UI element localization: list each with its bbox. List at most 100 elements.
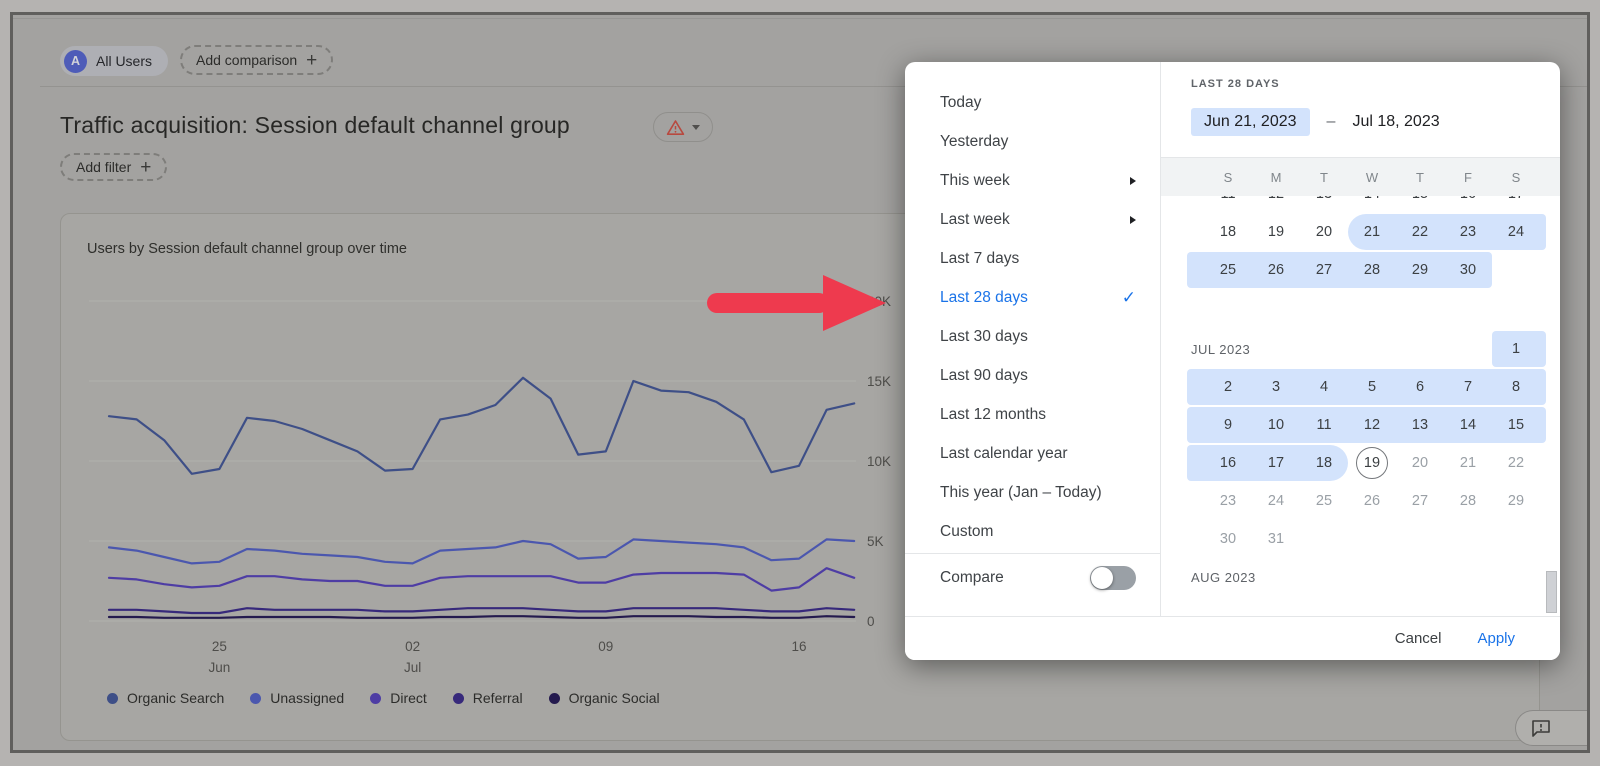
calendar-day[interactable]: 19 <box>1348 444 1396 482</box>
end-date-input[interactable]: Jul 18, 2023 <box>1352 113 1439 131</box>
menu-item-label: Yesterday <box>940 133 1136 151</box>
calendar-day[interactable]: 27 <box>1300 251 1348 289</box>
calendar-day[interactable]: 18 <box>1300 444 1348 482</box>
calendar-day[interactable]: 9 <box>1204 406 1252 444</box>
calendar-day[interactable]: 12 <box>1252 196 1300 213</box>
feedback-button[interactable] <box>1515 710 1587 746</box>
calendar-day[interactable]: 19 <box>1252 213 1300 251</box>
calendar-day[interactable]: 16 <box>1204 444 1252 482</box>
calendar-day[interactable]: 8 <box>1492 368 1540 406</box>
calendar-day[interactable]: 25 <box>1204 251 1252 289</box>
apply-button[interactable]: Apply <box>1477 630 1515 647</box>
calendar-day[interactable]: 24 <box>1492 213 1540 251</box>
calendar-day[interactable]: 26 <box>1252 251 1300 289</box>
menu-item-label: Last week <box>940 211 1130 229</box>
menu-item-custom[interactable]: Custom <box>905 512 1160 551</box>
y-axis-label: 10K <box>867 454 891 469</box>
plus-icon: + <box>306 51 317 70</box>
data-quality-button[interactable] <box>653 112 713 142</box>
calendar-day[interactable]: 15 <box>1396 196 1444 213</box>
weekday-label: W <box>1348 158 1396 196</box>
audience-chip-all-users[interactable]: A All Users <box>60 46 168 76</box>
calendar-day[interactable]: 22 <box>1396 213 1444 251</box>
chart-legend: Organic SearchUnassignedDirectReferralOr… <box>107 690 660 706</box>
calendar-day[interactable]: 14 <box>1444 406 1492 444</box>
calendar-day[interactable]: 28 <box>1348 251 1396 289</box>
menu-item-last-28-days[interactable]: Last 28 days✓ <box>905 278 1160 317</box>
calendar-day[interactable]: 13 <box>1396 406 1444 444</box>
start-date-input[interactable]: Jun 21, 2023 <box>1191 108 1310 136</box>
calendar-day: 31 <box>1252 520 1300 558</box>
calendar-day[interactable]: 18 <box>1204 213 1252 251</box>
menu-item-yesterday[interactable]: Yesterday <box>905 122 1160 161</box>
calendar-day[interactable]: 15 <box>1492 406 1540 444</box>
calendar-day[interactable]: 29 <box>1396 251 1444 289</box>
add-comparison-button[interactable]: Add comparison + <box>180 45 333 75</box>
calendar-day[interactable]: 13 <box>1300 196 1348 213</box>
avatar: A <box>64 50 87 73</box>
calendar-day[interactable]: 2 <box>1204 368 1252 406</box>
menu-item-last-12-months[interactable]: Last 12 months <box>905 395 1160 434</box>
calendar-day[interactable]: 14 <box>1348 196 1396 213</box>
page-title: Traffic acquisition: Session default cha… <box>60 112 570 139</box>
calendar-day[interactable]: 4 <box>1300 368 1348 406</box>
calendar-day[interactable]: 23 <box>1444 213 1492 251</box>
menu-item-last-30-days[interactable]: Last 30 days <box>905 317 1160 356</box>
x-axis-label: 25 <box>212 639 227 654</box>
calendar-day[interactable]: 3 <box>1252 368 1300 406</box>
calendar-day[interactable]: 6 <box>1396 368 1444 406</box>
legend-dot-icon <box>549 693 560 704</box>
legend-label: Unassigned <box>270 690 344 706</box>
header-divider <box>13 18 1587 19</box>
calendar-day[interactable]: 20 <box>1300 213 1348 251</box>
calendar-day[interactable]: 5 <box>1348 368 1396 406</box>
x-axis-label: 02 <box>405 639 420 654</box>
menu-item-label: This year (Jan – Today) <box>940 484 1136 502</box>
menu-item-today[interactable]: Today <box>905 83 1160 122</box>
calendar-week-row: 23242526272829 <box>1185 482 1547 520</box>
calendar-day[interactable]: 21 <box>1348 213 1396 251</box>
cancel-button[interactable]: Cancel <box>1395 630 1442 647</box>
calendar-day[interactable]: 11 <box>1204 196 1252 213</box>
calendar-day: 20 <box>1396 444 1444 482</box>
menu-item-last-90-days[interactable]: Last 90 days <box>905 356 1160 395</box>
calendar-week-row: JUL 20231 <box>1185 330 1547 368</box>
calendar-day[interactable]: 30 <box>1444 251 1492 289</box>
menu-item-label: Today <box>940 94 1136 112</box>
calendar-day[interactable]: 12 <box>1348 406 1396 444</box>
calendar-week-row: 9101112131415 <box>1185 406 1547 444</box>
compare-toggle[interactable] <box>1090 566 1136 590</box>
y-axis-label: 0 <box>867 614 875 629</box>
calendar-day[interactable]: 16 <box>1444 196 1492 213</box>
annotation-arrow-icon <box>697 270 892 334</box>
calendar-day: 29 <box>1492 482 1540 520</box>
menu-item-this-week[interactable]: This week <box>905 161 1160 200</box>
calendar-scrollbar[interactable] <box>1546 571 1557 613</box>
page-frame: A All Users Add comparison + Traffic acq… <box>10 12 1590 753</box>
calendar-day[interactable]: 10 <box>1252 406 1300 444</box>
plus-icon: + <box>140 158 151 177</box>
y-axis-label: 5K <box>867 534 884 549</box>
calendar-day[interactable]: 17 <box>1252 444 1300 482</box>
calendar-day[interactable]: 17 <box>1492 196 1540 213</box>
menu-item-last-calendar-year[interactable]: Last calendar year <box>905 434 1160 473</box>
menu-item-this-year-jan-today-[interactable]: This year (Jan – Today) <box>905 473 1160 512</box>
add-filter-button[interactable]: Add filter + <box>60 153 167 181</box>
menu-item-last-7-days[interactable]: Last 7 days <box>905 239 1160 278</box>
toggle-knob <box>1091 567 1113 589</box>
month-label: AUG 2023 <box>1191 558 1256 596</box>
y-axis-label: 15K <box>867 374 891 389</box>
menu-item-label: Custom <box>940 523 1136 541</box>
calendar-week-row: 16171819202122 <box>1185 444 1547 482</box>
calendar-day[interactable]: 7 <box>1444 368 1492 406</box>
menu-item-label: Last 28 days <box>940 289 1122 307</box>
today-ring: 19 <box>1356 447 1388 479</box>
menu-item-last-week[interactable]: Last week <box>905 200 1160 239</box>
weekday-label: M <box>1252 158 1300 196</box>
range-label: LAST 28 DAYS <box>1191 78 1280 90</box>
compare-row: Compare <box>905 556 1160 600</box>
menu-item-label: Last 7 days <box>940 250 1136 268</box>
legend-label: Referral <box>473 690 523 706</box>
calendar-day[interactable]: 11 <box>1300 406 1348 444</box>
calendar-day[interactable]: 1 <box>1492 330 1540 368</box>
